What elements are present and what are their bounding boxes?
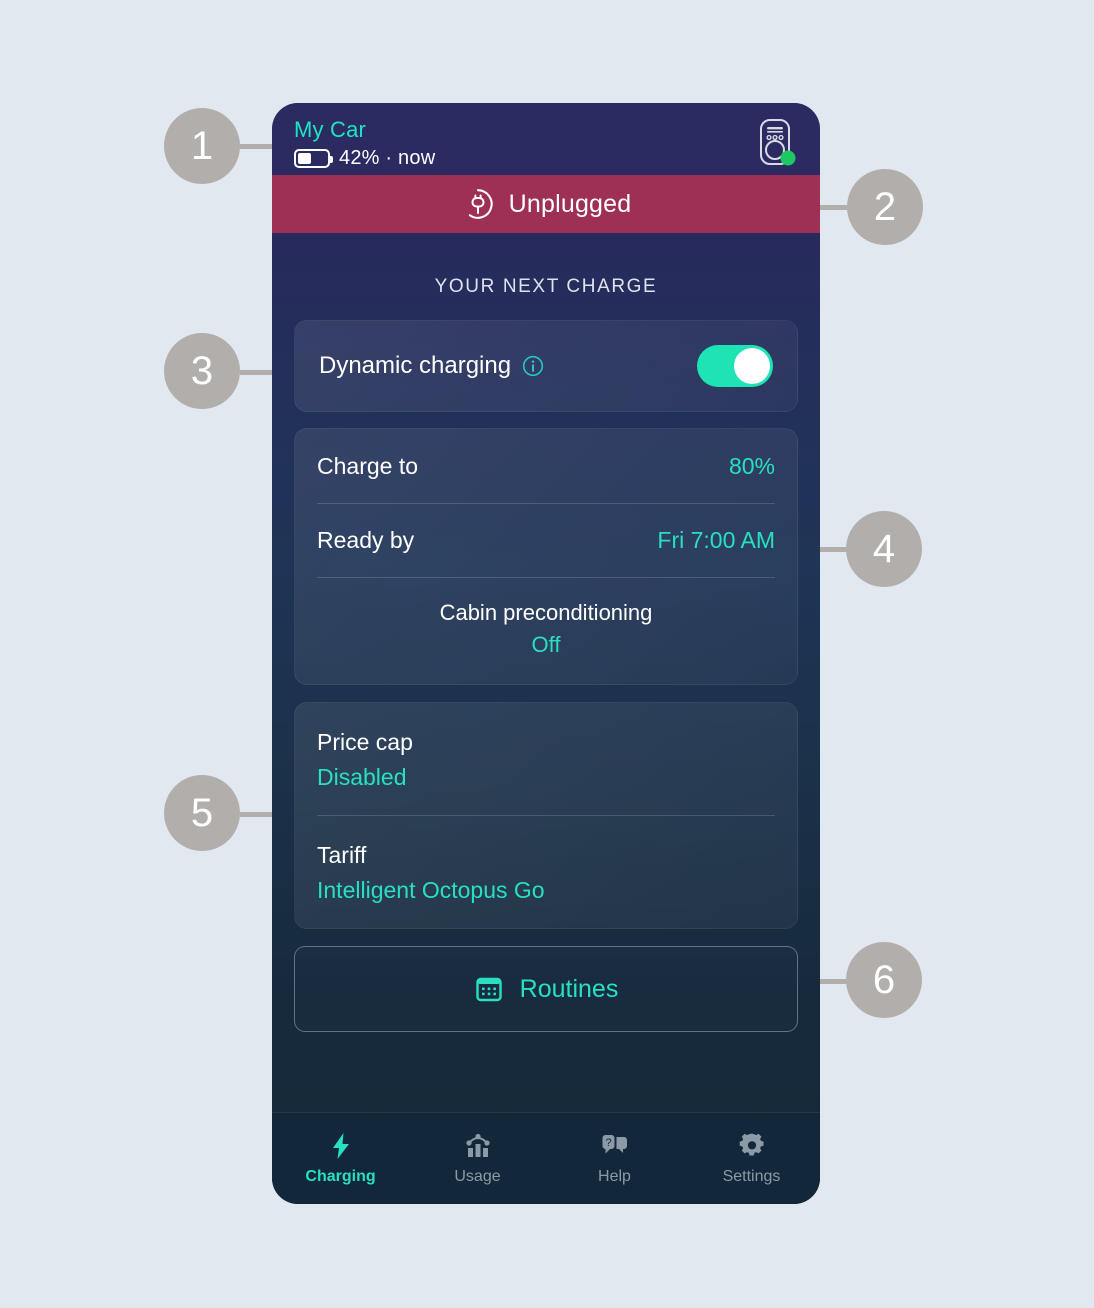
marker-number: 4 xyxy=(872,526,896,571)
unplugged-banner[interactable]: Unplugged xyxy=(272,175,820,233)
bottom-navigation: Charging Usage ? Help Settings xyxy=(272,1112,820,1204)
ready-by-value: Fri 7:00 AM xyxy=(657,527,775,553)
info-circle-icon[interactable] xyxy=(522,355,544,377)
annotation-marker-2: 2 xyxy=(847,169,923,245)
cabin-preconditioning-row[interactable]: Cabin preconditioning Off xyxy=(317,577,775,658)
marker-number: 1 xyxy=(190,123,214,168)
nav-label-usage: Usage xyxy=(454,1168,501,1185)
routines-button[interactable]: Routines xyxy=(294,946,798,1032)
nav-item-settings[interactable]: Settings xyxy=(683,1131,820,1186)
tariff-label: Tariff xyxy=(317,842,367,868)
annotation-marker-1: 1 xyxy=(164,108,240,184)
gear-icon xyxy=(739,1133,763,1156)
price-cap-row[interactable]: Price cap Disabled xyxy=(317,703,775,815)
plug-unplugged-icon xyxy=(468,189,493,219)
charge-settings-card: Charge to 80% Ready by Fri 7:00 AM Cabin… xyxy=(294,428,798,685)
tariff-row[interactable]: Tariff Intelligent Octopus Go xyxy=(317,815,775,928)
app-header: My Car 42% · now xyxy=(272,103,820,175)
nav-label-settings: Settings xyxy=(722,1168,781,1185)
nav-item-charging[interactable]: Charging xyxy=(272,1131,409,1186)
nav-item-usage[interactable]: Usage xyxy=(409,1131,546,1186)
marker-number: 3 xyxy=(190,348,214,393)
lightning-bolt-icon xyxy=(332,1133,349,1159)
marker-number: 2 xyxy=(873,184,897,229)
chat-question-icon: ? xyxy=(602,1135,627,1154)
dynamic-charging-toggle[interactable] xyxy=(697,345,773,387)
annotation-marker-4: 4 xyxy=(846,511,922,587)
routines-label: Routines xyxy=(519,974,619,1003)
battery-status: 42% · now xyxy=(294,147,798,170)
battery-icon xyxy=(294,149,333,168)
marker-number: 5 xyxy=(190,790,214,835)
cabin-preconditioning-label: Cabin preconditioning xyxy=(439,600,653,625)
dynamic-charging-label: Dynamic charging xyxy=(319,352,512,379)
wallbox-charger-icon[interactable] xyxy=(756,117,798,169)
ready-by-label: Ready by xyxy=(317,527,415,553)
nav-item-help[interactable]: ? Help xyxy=(546,1131,683,1186)
cabin-preconditioning-value: Off xyxy=(531,632,561,657)
battery-status-text: 42% · now xyxy=(339,147,436,169)
price-cap-value: Disabled xyxy=(317,764,407,790)
section-title: YOUR NEXT CHARGE xyxy=(434,276,658,297)
nav-label-charging: Charging xyxy=(305,1168,376,1185)
bar-chart-icon xyxy=(465,1133,490,1157)
marker-number: 6 xyxy=(872,957,896,1002)
phone-screen: My Car 42% · now Unplugged YOUR NEXT CHA… xyxy=(272,103,820,1204)
annotation-marker-3: 3 xyxy=(164,333,240,409)
car-name[interactable]: My Car xyxy=(294,117,798,143)
banner-label: Unplugged xyxy=(508,189,632,218)
tariff-settings-card: Price cap Disabled Tariff Intelligent Oc… xyxy=(294,702,798,929)
calendar-icon xyxy=(475,977,502,1002)
svg-text:?: ? xyxy=(605,1137,611,1149)
ready-by-row[interactable]: Ready by Fri 7:00 AM xyxy=(317,503,775,577)
price-cap-label: Price cap xyxy=(317,729,413,755)
charge-to-value: 80% xyxy=(728,452,775,479)
nav-label-help: Help xyxy=(598,1168,631,1185)
annotation-marker-6: 6 xyxy=(846,942,922,1018)
tariff-value: Intelligent Octopus Go xyxy=(317,877,545,903)
charge-to-label: Charge to xyxy=(317,452,419,479)
charge-to-row[interactable]: Charge to 80% xyxy=(317,429,775,503)
dynamic-charging-card[interactable]: Dynamic charging xyxy=(294,320,798,412)
annotation-marker-5: 5 xyxy=(164,775,240,851)
